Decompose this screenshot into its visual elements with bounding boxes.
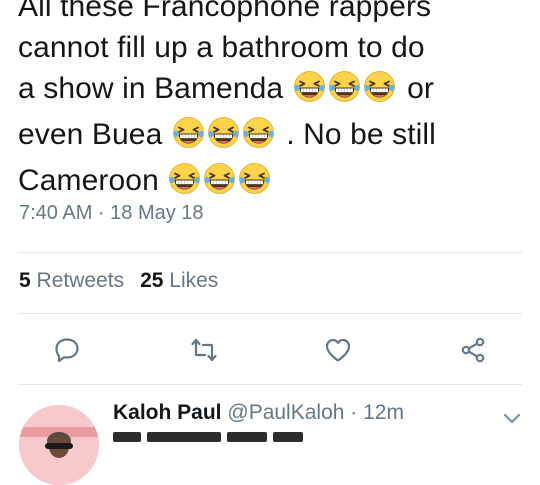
divider [18, 384, 522, 385]
grinning-squinting-face-icon [203, 162, 236, 195]
reply-time[interactable]: 12m [363, 401, 404, 424]
tweet-line-text: cannot fill up a bathroom to do [18, 31, 425, 64]
tweet-line-2: cannot fill up a bathroom to do [18, 27, 538, 68]
tweet-line-4: even Buea . No be still [18, 114, 538, 160]
tweet-line-suffix: . No be still [286, 118, 436, 151]
heart-icon [325, 338, 351, 362]
emoji-group [168, 162, 273, 206]
likes-stat[interactable]: 25 Likes [140, 269, 218, 292]
divider [18, 313, 522, 314]
tweet-line-text: All these Francophone rappers [18, 0, 432, 23]
grinning-squinting-face-icon [242, 116, 275, 149]
like-button[interactable] [322, 334, 354, 366]
grinning-squinting-face-icon [238, 162, 271, 195]
reply-header: Kaloh Paul @PaulKaloh · 12m [113, 401, 404, 425]
grinning-squinting-face-icon [168, 162, 201, 195]
retweets-stat[interactable]: 5 Retweets [19, 269, 124, 292]
reply-text-cutoff [113, 432, 373, 444]
chevron-down-icon [503, 413, 521, 424]
avatar[interactable] [19, 405, 99, 485]
emoji-group [172, 116, 277, 160]
likes-label: Likes [169, 269, 219, 292]
tweet-line-1: All these Francophone rappers [18, 0, 538, 27]
tweet-menu-button[interactable] [500, 408, 524, 428]
tweet-line-3: a show in Bamenda or [18, 68, 538, 114]
retweet-button[interactable] [188, 334, 220, 366]
avatar-image [19, 405, 99, 485]
grinning-squinting-face-icon [172, 116, 205, 149]
grinning-squinting-face-icon [328, 70, 361, 103]
reply-separator: · [350, 401, 358, 424]
grinning-squinting-face-icon [293, 70, 326, 103]
tweet-line-text: even Buea [18, 118, 163, 151]
grinning-squinting-face-icon [207, 116, 240, 149]
share-button[interactable] [457, 334, 489, 366]
reply-author-handle[interactable]: @PaulKaloh [227, 401, 344, 424]
divider [18, 252, 522, 253]
tweet-stats: 5 Retweets 25 Likes [19, 269, 218, 293]
tweet-actions [0, 334, 540, 366]
tweet-line-text: a show in Bamenda [18, 72, 284, 105]
reply-button[interactable] [51, 334, 83, 366]
tweet-line-5: Cameroon [18, 160, 538, 206]
tweet-line-suffix: or [407, 72, 434, 105]
retweet-icon [191, 338, 217, 362]
grinning-squinting-face-icon [363, 70, 396, 103]
tweet-line-text: Cameroon [18, 164, 159, 197]
tweet-text: All these Francophone rappers cannot fil… [18, 0, 538, 206]
reply-icon [55, 338, 79, 363]
likes-count: 25 [140, 269, 164, 292]
share-icon [461, 337, 485, 363]
tweet-timestamp[interactable]: 7:40 AM · 18 May 18 [19, 202, 204, 225]
retweets-count: 5 [19, 269, 31, 292]
emoji-group [293, 70, 398, 114]
retweets-label: Retweets [36, 269, 125, 292]
reply-author-name[interactable]: Kaloh Paul [113, 401, 222, 424]
